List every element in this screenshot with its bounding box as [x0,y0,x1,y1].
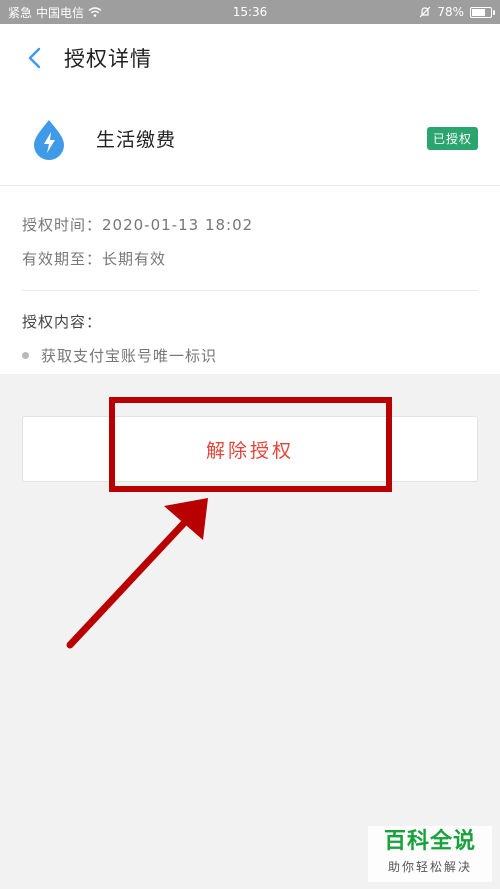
chevron-left-icon [28,47,41,69]
watermark-subtitle: 助你轻松解决 [387,860,472,874]
bullet-icon [22,352,29,359]
auth-info: 授权时间：2020-01-13 18:02 有效期至：长期有效 [22,186,478,291]
revoke-authorization-button[interactable]: 解除授权 [22,416,478,482]
status-bar: 紧急 中国电信 15:36 78% [0,0,500,24]
back-button[interactable] [22,46,46,70]
status-badge: 已授权 [426,127,478,150]
detail-panel: 授权详情 生活缴费 已授权 授权时间：2020-01-13 18:02 有效期至… [0,24,500,374]
page-title: 授权详情 [64,47,152,71]
wifi-icon [88,7,102,17]
battery-fill [472,8,486,16]
scope-item-label: 获取支付宝账号唯一标识 [41,347,218,365]
signal-label: 紧急 [8,5,33,20]
battery-percent: 78% [437,5,464,19]
alarm-off-icon [419,6,431,18]
water-drop-icon [34,119,64,160]
app-name: 生活缴费 [96,129,177,151]
battery-icon [470,6,495,18]
auth-time: 授权时间：2020-01-13 18:02 [22,216,254,234]
watermark-title: 百科全说 [383,829,476,854]
valid-until: 有效期至：长期有效 [22,250,167,268]
app-row: 生活缴费 已授权 [0,92,500,186]
carrier-label: 中国电信 [36,5,85,20]
scope-title: 授权内容： [22,313,103,331]
watermark-logo: 百科全说 助你轻松解决 [368,826,492,882]
auth-scope: 授权内容： 获取支付宝账号唯一标识 [0,291,500,366]
nav-bar: 授权详情 [0,24,500,92]
list-item: 获取支付宝账号唯一标识 [22,345,478,366]
